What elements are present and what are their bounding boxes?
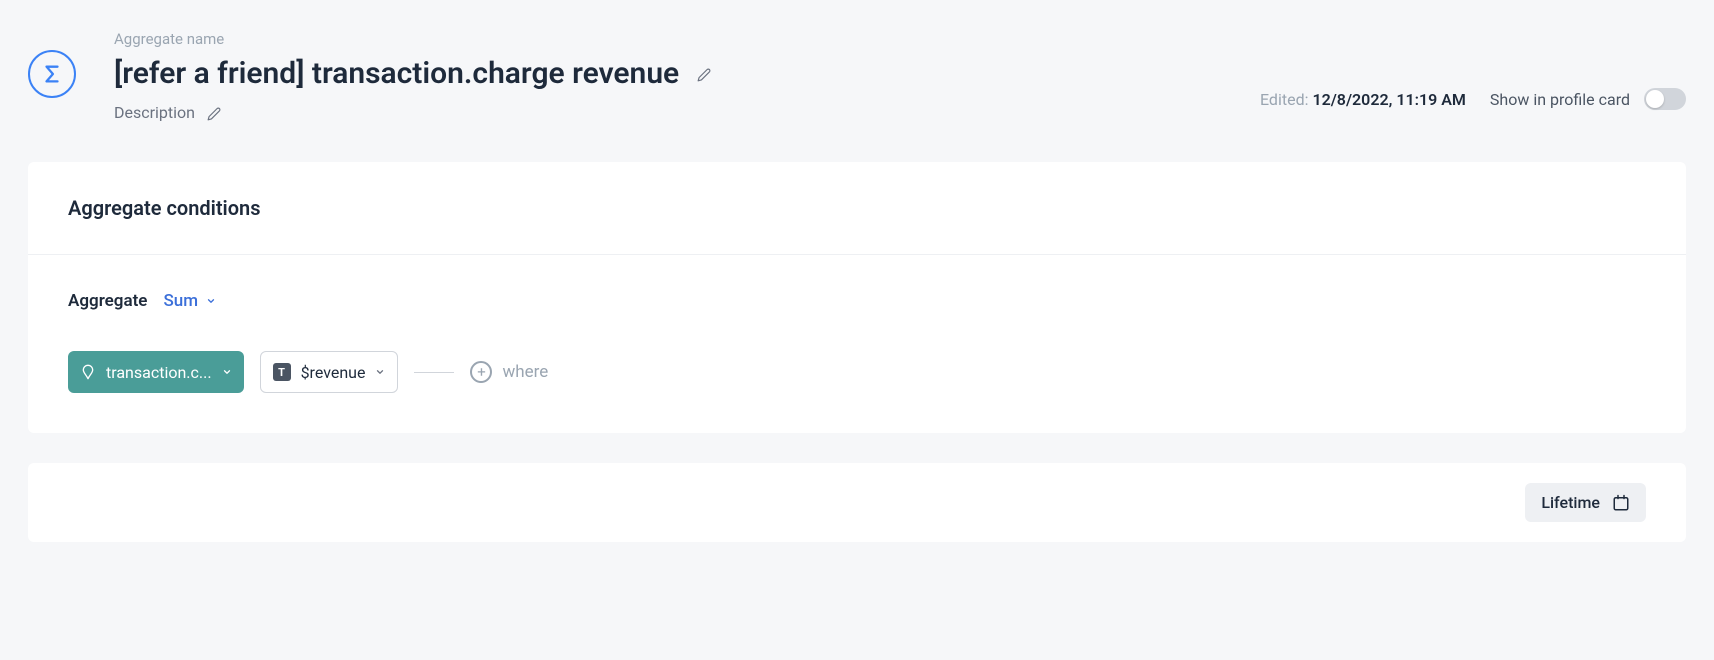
edited-label: Edited: [1260,90,1312,109]
chevron-down-icon [375,367,385,377]
event-name: transaction.c... [106,363,212,382]
sigma-icon [28,50,76,98]
aggregate-label: Aggregate [68,291,147,311]
timeframe-value: Lifetime [1541,493,1600,512]
aggregate-function-dropdown[interactable]: Sum [163,291,216,311]
timeframe-selector[interactable]: Lifetime [1525,483,1646,522]
property-chip[interactable]: T $revenue [260,351,399,393]
plus-circle-icon: + [470,361,492,383]
calendar-icon [1612,494,1630,512]
event-chip[interactable]: transaction.c... [68,351,244,393]
conditions-heading: Aggregate conditions [68,196,1646,220]
conditions-card: Aggregate conditions Aggregate Sum trans… [28,162,1686,433]
chevron-down-icon [206,296,216,306]
event-icon [80,364,96,380]
show-in-profile-toggle[interactable] [1644,88,1686,110]
add-where-button[interactable]: + where [470,361,548,383]
chevron-down-icon [222,367,232,377]
aggregate-name-label: Aggregate name [114,30,1260,48]
where-label: where [502,362,548,382]
toggle-knob [1646,90,1664,108]
connector-line [414,372,454,373]
property-name: $revenue [301,363,366,382]
edit-description-icon[interactable] [207,106,221,120]
aggregate-function-value: Sum [163,291,198,311]
page-title: [refer a friend] transaction.charge reve… [114,56,679,91]
description-label: Description [114,103,195,122]
edit-title-icon[interactable] [697,67,711,81]
profile-card-label: Show in profile card [1490,90,1630,109]
divider [28,254,1686,255]
timeframe-card: Lifetime [28,463,1686,542]
type-badge: T [273,363,291,381]
edited-timestamp: 12/8/2022, 11:19 AM [1312,90,1465,109]
